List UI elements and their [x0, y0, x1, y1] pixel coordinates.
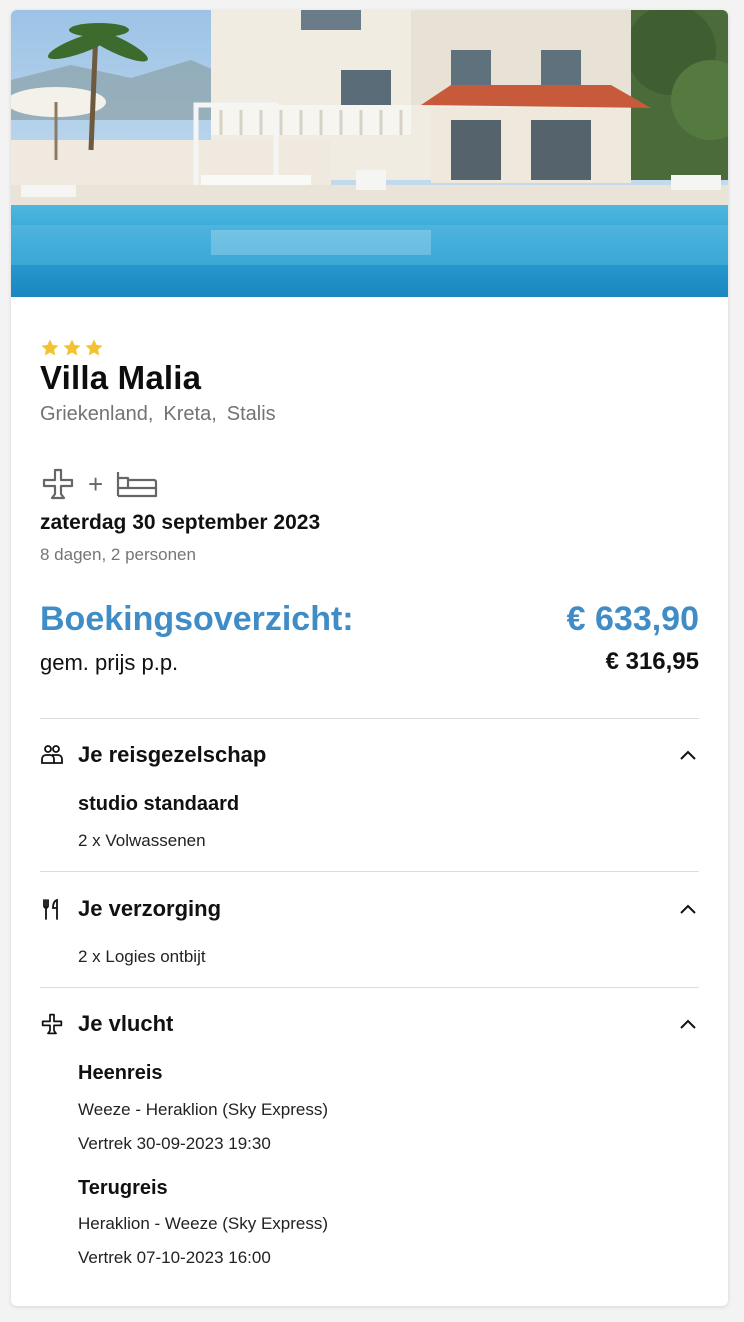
guest-count: 2 x Volwassenen	[78, 831, 206, 850]
booking-summary-card: Villa Malia Griekenland, Kreta, Stalis +…	[11, 10, 728, 1306]
section-title: Je verzorging	[78, 896, 222, 921]
section-travel-company-toggle[interactable]: Je reisgezelschap	[40, 738, 699, 772]
divider	[40, 718, 699, 719]
hotel-photo	[11, 10, 728, 297]
board-type: 2 x Logies ontbijt	[78, 947, 206, 966]
star-rating	[40, 338, 104, 358]
star-icon	[63, 339, 81, 356]
group-icon	[40, 743, 64, 767]
plane-icon	[42, 468, 74, 500]
outbound-label: Heenreis	[78, 1062, 163, 1084]
chevron-up-icon[interactable]	[677, 1013, 699, 1035]
section-title: Je vlucht	[78, 1011, 174, 1036]
divider	[40, 871, 699, 872]
location-country: Griekenland,	[40, 403, 154, 425]
hotel-name: Villa Malia	[40, 359, 202, 396]
divider	[40, 987, 699, 988]
plane-icon	[40, 1012, 64, 1036]
plus-sign: +	[88, 468, 104, 499]
chevron-up-icon[interactable]	[677, 744, 699, 766]
room-type: studio standaard	[78, 793, 240, 815]
location-region: Kreta,	[163, 403, 217, 425]
return-label: Terugreis	[78, 1177, 168, 1199]
trip-duration-persons: 8 dagen, 2 personen	[40, 545, 196, 564]
star-icon	[41, 339, 59, 356]
booking-overview-title: Boekingsoverzicht:	[40, 600, 354, 638]
section-title: Je reisgezelschap	[78, 742, 267, 767]
section-board-toggle[interactable]: Je verzorging	[40, 892, 699, 926]
total-price: € 633,90	[566, 600, 699, 638]
trip-type: +	[40, 466, 159, 502]
price-per-person-value: € 316,95	[605, 648, 699, 675]
section-flight-toggle[interactable]: Je vlucht	[40, 1007, 699, 1041]
bed-icon	[117, 472, 158, 498]
star-icon	[85, 339, 103, 356]
return-route: Heraklion - Weeze (Sky Express)	[78, 1214, 329, 1233]
departure-date: zaterdag 30 september 2023	[40, 511, 321, 534]
location-city: Stalis	[226, 403, 276, 425]
hotel-location: Griekenland, Kreta, Stalis	[40, 403, 276, 426]
price-per-person-label: gem. prijs p.p.	[40, 650, 179, 675]
outbound-departure: Vertrek 30-09-2023 19:30	[78, 1134, 271, 1153]
cutlery-icon	[40, 897, 64, 921]
chevron-up-icon[interactable]	[677, 898, 699, 920]
return-departure: Vertrek 07-10-2023 16:00	[78, 1248, 271, 1267]
outbound-route: Weeze - Heraklion (Sky Express)	[78, 1100, 329, 1119]
